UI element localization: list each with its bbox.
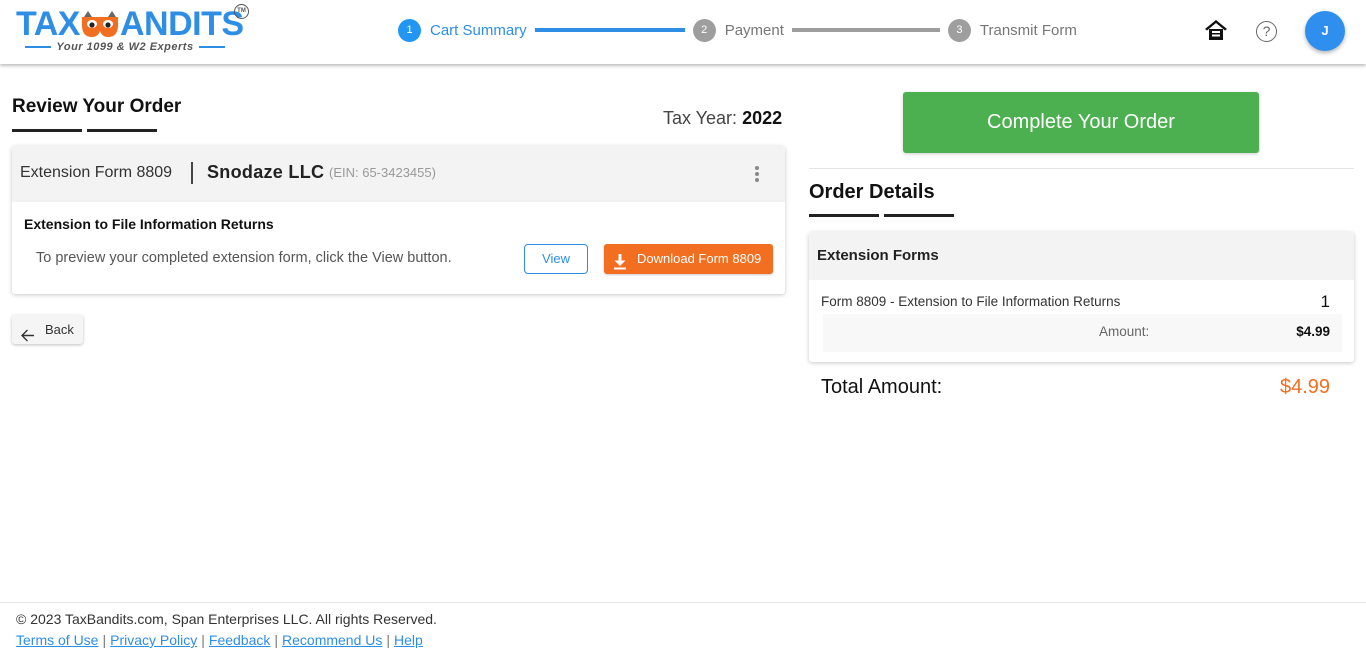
step-3-number: 3 xyxy=(947,18,971,42)
arrow-left-icon xyxy=(21,323,35,342)
download-label: Download Form 8809 xyxy=(637,251,762,266)
logo-text-right: ANDITS xyxy=(119,5,244,43)
taxbandits-logo[interactable]: TAX ANDITS TM Your 1099 & W2 Experts xyxy=(14,4,254,58)
top-header: TAX ANDITS TM Your 1099 & W2 Experts 1 Ca… xyxy=(0,0,1366,64)
order-underline-left xyxy=(809,214,879,217)
form-subtitle: Extension to File Information Returns xyxy=(24,216,274,232)
help-icon[interactable]: ? xyxy=(1256,21,1277,42)
terms-of-use-link[interactable]: Terms of Use xyxy=(16,632,98,648)
tagline-text: Your 1099 & W2 Experts xyxy=(56,41,194,53)
logo-tagline: Your 1099 & W2 Experts xyxy=(16,41,234,53)
form-card: Extension Form 8809 Snodaze LLC (EIN: 65… xyxy=(12,146,785,294)
footer-divider xyxy=(0,602,1366,603)
step-payment[interactable]: Payment xyxy=(725,22,784,39)
company-name: Snodaze LLC xyxy=(207,162,325,182)
order-item-quantity: 1 xyxy=(1320,292,1330,311)
order-underline-right xyxy=(884,214,954,217)
link-separator: | xyxy=(274,632,279,648)
link-separator: | xyxy=(102,632,107,648)
step-connector-1 xyxy=(534,28,685,32)
page-title: Review Your Order xyxy=(12,96,182,117)
feedback-link[interactable]: Feedback xyxy=(209,632,270,648)
step-connector-2 xyxy=(791,28,940,32)
form-name: Extension Form 8809 xyxy=(20,164,173,181)
form-card-header: Extension Form 8809 Snodaze LLC (EIN: 65… xyxy=(12,146,785,202)
complete-order-button[interactable]: Complete Your Order xyxy=(903,92,1259,153)
order-details-title: Order Details xyxy=(809,181,935,203)
header-separator xyxy=(191,162,193,184)
order-summary-card: Extension Forms Form 8809 - Extension to… xyxy=(809,232,1354,362)
checkout-stepper: 1 Cart Summary 2 Payment 3 Transmit Form xyxy=(398,18,1077,42)
recommend-us-link[interactable]: Recommend Us xyxy=(282,632,382,648)
order-section-header: Extension Forms xyxy=(809,232,1354,280)
total-amount-value: $4.99 xyxy=(1280,376,1331,398)
link-separator: | xyxy=(386,632,391,648)
section-label: Extension Forms xyxy=(817,247,939,264)
help-link[interactable]: Help xyxy=(394,632,423,648)
download-icon xyxy=(613,251,627,270)
trademark-icon: TM xyxy=(234,4,249,19)
order-item-label: Form 8809 - Extension to File Informatio… xyxy=(821,294,1121,309)
privacy-policy-link[interactable]: Privacy Policy xyxy=(110,632,197,648)
title-underline-left xyxy=(12,129,82,132)
total-amount-label: Total Amount: xyxy=(821,376,943,398)
step-1-number: 1 xyxy=(398,18,421,42)
tax-year-value: 2022 xyxy=(742,108,783,128)
footer-links: Terms of Use | Privacy Policy | Feedback | Rec… xyxy=(16,632,423,648)
copyright-text: © 2023 TaxBandits.com, Span Enterprises … xyxy=(16,611,437,627)
more-options-icon[interactable] xyxy=(751,163,763,185)
home-icon[interactable] xyxy=(1204,18,1228,42)
order-amount-row: Amount: $4.99 xyxy=(823,314,1342,352)
logo-wordmark: TAX ANDITS xyxy=(16,6,244,42)
step-cart-summary[interactable]: Cart Summary xyxy=(430,22,527,39)
link-separator: | xyxy=(201,632,205,648)
download-form-button[interactable]: Download Form 8809 xyxy=(604,244,773,274)
user-avatar[interactable]: J xyxy=(1305,11,1345,51)
order-divider xyxy=(809,168,1354,169)
back-button[interactable]: Back xyxy=(12,315,83,344)
tax-year: Tax Year: 2022 xyxy=(663,108,782,129)
company-ein: (EIN: 65-3423455) xyxy=(329,165,436,180)
logo-text-left: TAX xyxy=(16,5,80,43)
form-description: To preview your completed extension form… xyxy=(36,250,452,266)
tax-year-label: Tax Year: xyxy=(663,108,738,128)
amount-label: Amount: xyxy=(1099,324,1150,339)
title-underline-right xyxy=(87,129,157,132)
amount-value: $4.99 xyxy=(1296,324,1330,339)
view-button[interactable]: View xyxy=(524,244,588,274)
step-transmit-form[interactable]: Transmit Form xyxy=(980,22,1077,39)
step-2-number: 2 xyxy=(692,18,716,42)
back-label: Back xyxy=(45,322,74,337)
bandit-mask-icon xyxy=(80,10,120,38)
